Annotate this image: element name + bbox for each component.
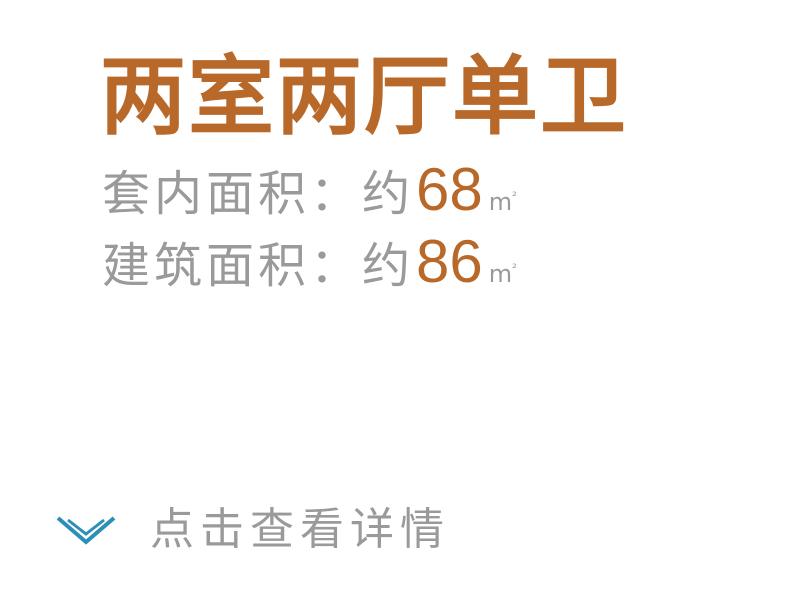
interior-area-row: 套内面积：约 68 m² xyxy=(102,160,517,232)
interior-area-value: 68 xyxy=(416,156,483,223)
view-details-label[interactable]: 点击查看详情 xyxy=(150,500,450,560)
interior-area-label: 套内面积：约 xyxy=(102,166,415,222)
interior-area-unit: m² xyxy=(488,188,517,216)
building-area-value: 86 xyxy=(416,228,483,295)
view-details-link[interactable]: 点击查看详情 xyxy=(54,500,450,560)
building-area-unit: m² xyxy=(488,260,517,288)
building-area-label: 建筑面积：约 xyxy=(102,238,415,294)
chevron-down-icon[interactable] xyxy=(54,510,118,550)
building-area-row: 建筑面积：约 86 m² xyxy=(102,232,517,304)
floorplan-title: 两室两厅单卫 xyxy=(100,46,628,147)
